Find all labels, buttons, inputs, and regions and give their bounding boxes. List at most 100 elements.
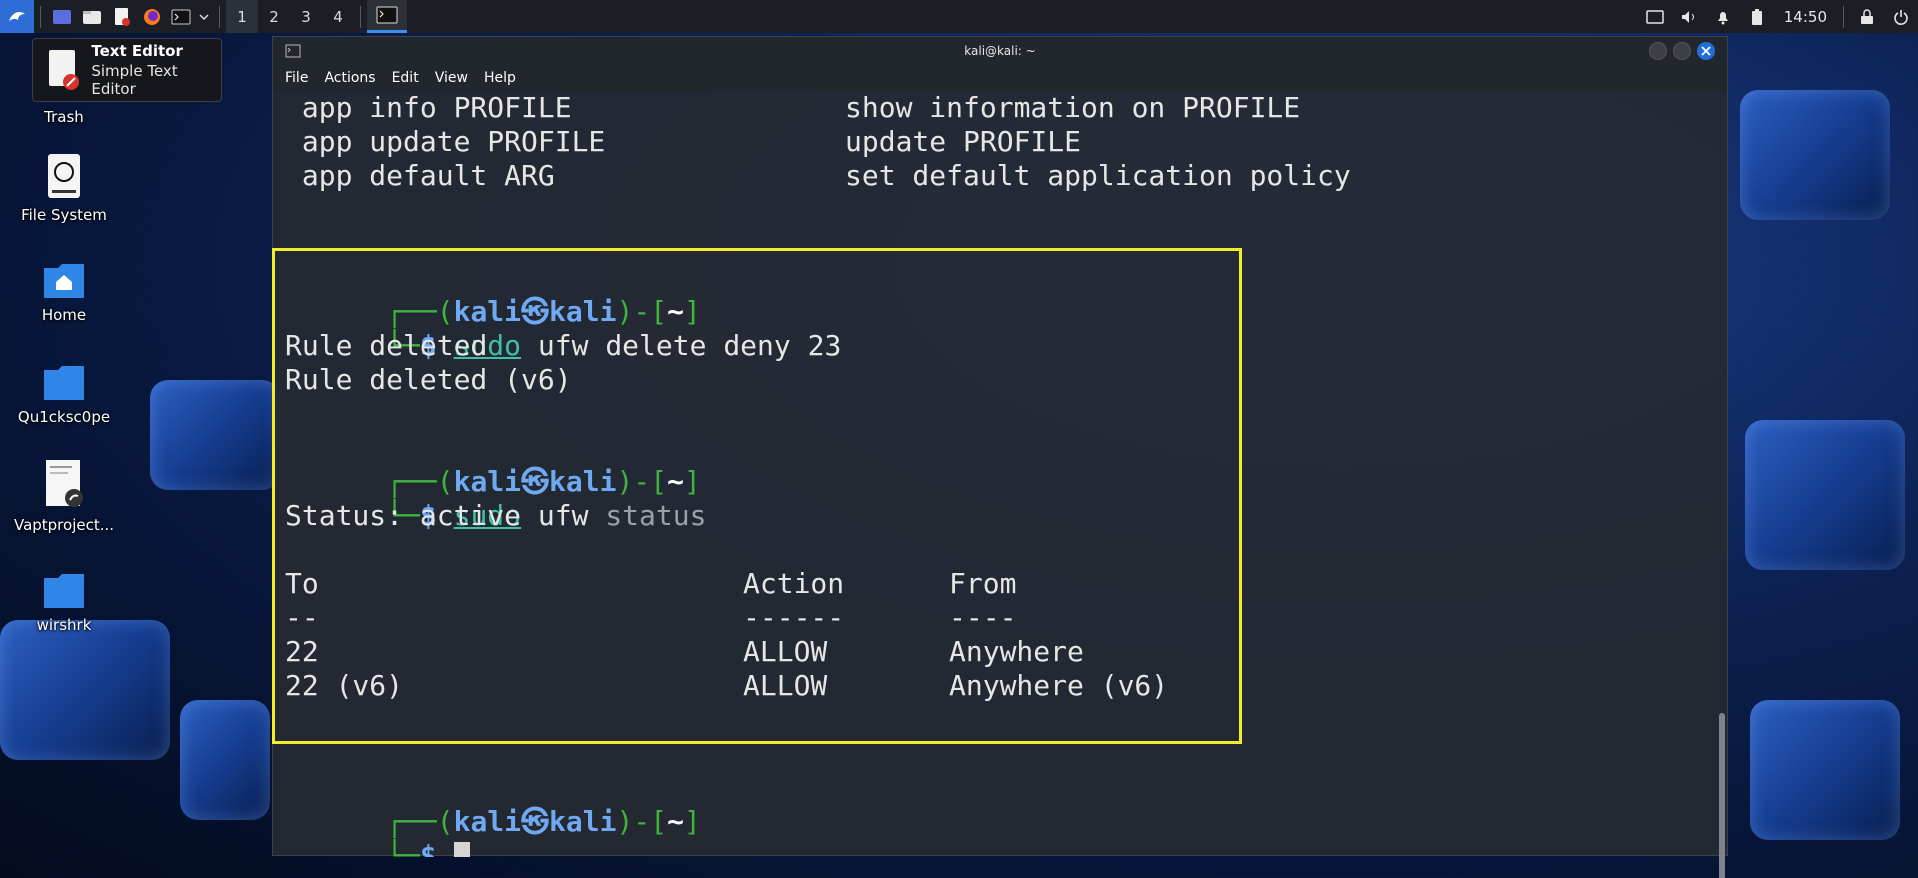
minimize-button[interactable] [1649, 42, 1667, 60]
table-cell-from: Anywhere (v6) [949, 669, 1169, 702]
tooltip-subtitle: Simple Text Editor [91, 62, 178, 98]
clock[interactable]: 14:50 [1774, 8, 1837, 26]
file-manager-icon[interactable] [77, 0, 107, 33]
cmd-text: status [588, 499, 707, 532]
prompt-frame-mid: )-[ [616, 805, 668, 838]
terminal-output[interactable]: app info PROFILE show information on PRO… [273, 91, 1719, 857]
terminal-icon[interactable] [167, 0, 195, 33]
table-cell-to: 22 (v6) [285, 669, 404, 702]
desktop-icon-label: Qu1cksc0pe [17, 408, 111, 426]
menu-help[interactable]: Help [478, 68, 522, 88]
desktop-icon-wirshrk[interactable]: wirshrk [0, 570, 128, 634]
help-line-desc: show information on PROFILE [845, 91, 1301, 124]
chevron-down-icon[interactable] [195, 0, 213, 33]
menu-edit[interactable]: Edit [386, 68, 425, 88]
prompt-host: kali [549, 805, 617, 838]
desktop-icon-qu1cksc0pe[interactable]: Qu1cksc0pe [0, 362, 128, 426]
prompt-at: ㉿ [521, 805, 550, 838]
power-icon[interactable] [1884, 0, 1918, 33]
table-underline: ------ [743, 601, 845, 634]
wallpaper-key [1750, 700, 1900, 840]
folder-icon [44, 574, 84, 608]
menu-view[interactable]: View [429, 68, 474, 88]
folder-icon [44, 366, 84, 400]
prompt-dir: ~ [667, 805, 684, 838]
panel-separator [360, 5, 361, 28]
kali-dragon-icon[interactable] [0, 0, 34, 33]
output-line: Rule deleted (v6) [285, 363, 572, 396]
workspace-4[interactable]: 4 [322, 0, 354, 33]
command-line[interactable]: └─$ [285, 805, 470, 857]
prompt-line: ┌──(kali㉿kali)-[~] [285, 431, 701, 498]
text-editor-icon[interactable] [107, 0, 137, 33]
top-panel: 1 2 3 4 14:50 [0, 0, 1918, 33]
desktop-icon-label: Vaptproject... [13, 516, 115, 534]
home-folder-icon [44, 264, 84, 298]
cmd-text: ufw delete deny 23 [521, 329, 842, 362]
text-cursor [453, 842, 470, 857]
desktop-icon-vaptproject[interactable]: Vaptproject... [0, 458, 128, 534]
volume-icon[interactable] [1672, 0, 1706, 33]
window-titlebar[interactable]: kali@kali: ~ [273, 37, 1727, 65]
help-line-desc: set default application policy [845, 159, 1351, 192]
table-cell-action: ALLOW [743, 635, 828, 668]
workspace-2[interactable]: 2 [258, 0, 290, 33]
table-header-to: To [285, 567, 319, 600]
battery-icon[interactable] [1740, 0, 1774, 33]
drive-icon [48, 154, 80, 198]
menu-bar: File Actions Edit View Help [273, 65, 1727, 91]
wallpaper-key [1740, 90, 1890, 220]
terminal-icon [285, 44, 301, 58]
scrollbar[interactable] [1719, 713, 1725, 878]
firefox-icon[interactable] [137, 0, 167, 33]
wallpaper-key [150, 380, 280, 490]
notification-bell-icon[interactable] [1706, 0, 1740, 33]
document-link-icon [46, 460, 83, 507]
desktop-icon[interactable] [47, 0, 77, 33]
table-underline: -- [285, 601, 319, 634]
table-cell-to: 22 [285, 635, 319, 668]
display-icon[interactable] [1638, 0, 1672, 33]
close-icon [1701, 46, 1711, 56]
prompt-line: ┌──(kali㉿kali)-[~] [285, 261, 701, 328]
menu-file[interactable]: File [279, 68, 314, 88]
table-cell-action: ALLOW [743, 669, 828, 702]
text-editor-icon [49, 50, 79, 90]
desktop-icon-label: Home [41, 306, 87, 324]
launcher-tooltip: Text Editor Simple Text Editor [32, 38, 222, 102]
panel-separator [40, 5, 41, 28]
output-line: Rule deleted [285, 329, 488, 362]
wallpaper-key [180, 700, 270, 820]
terminal-window[interactable]: kali@kali: ~ File Actions Edit View Help… [272, 36, 1728, 878]
lock-icon[interactable] [1850, 0, 1884, 33]
workspace-3[interactable]: 3 [290, 0, 322, 33]
desktop-icon-label: File System [21, 206, 107, 224]
help-line-desc: update PROFILE [845, 125, 1082, 158]
desktop-icon-home[interactable]: Home [0, 260, 128, 324]
prompt-dollar: $ [419, 839, 437, 857]
desktop-icon-file-system[interactable]: File System [0, 152, 128, 224]
panel-separator [219, 5, 220, 28]
table-header-from: From [949, 567, 1017, 600]
wallpaper-key [1745, 420, 1905, 570]
close-button[interactable] [1697, 42, 1715, 60]
table-underline: ---- [949, 601, 1017, 634]
maximize-button[interactable] [1673, 42, 1691, 60]
table-header-action: Action [743, 567, 845, 600]
prompt-frame-bottom: └─ [386, 839, 420, 857]
desktop-icon-label: wirshrk [36, 616, 92, 634]
window-title: kali@kali: ~ [964, 44, 1036, 58]
taskbar-terminal-button[interactable] [367, 0, 407, 33]
wallpaper-key [0, 620, 170, 760]
help-line-cmd: app update PROFILE [285, 125, 606, 158]
command-line: └─$ sudo ufw status [285, 465, 706, 532]
command-line: └─$ sudo ufw delete deny 23 [285, 295, 841, 362]
workspace-1[interactable]: 1 [226, 0, 258, 33]
desktop-icon-label: Trash [44, 108, 84, 126]
status-line: Status: active [285, 499, 522, 532]
table-cell-from: Anywhere [949, 635, 1084, 668]
cmd-ufw: ufw [521, 499, 589, 532]
menu-actions[interactable]: Actions [318, 68, 381, 88]
system-tray: 14:50 [1638, 0, 1918, 33]
terminal-icon [376, 6, 398, 24]
